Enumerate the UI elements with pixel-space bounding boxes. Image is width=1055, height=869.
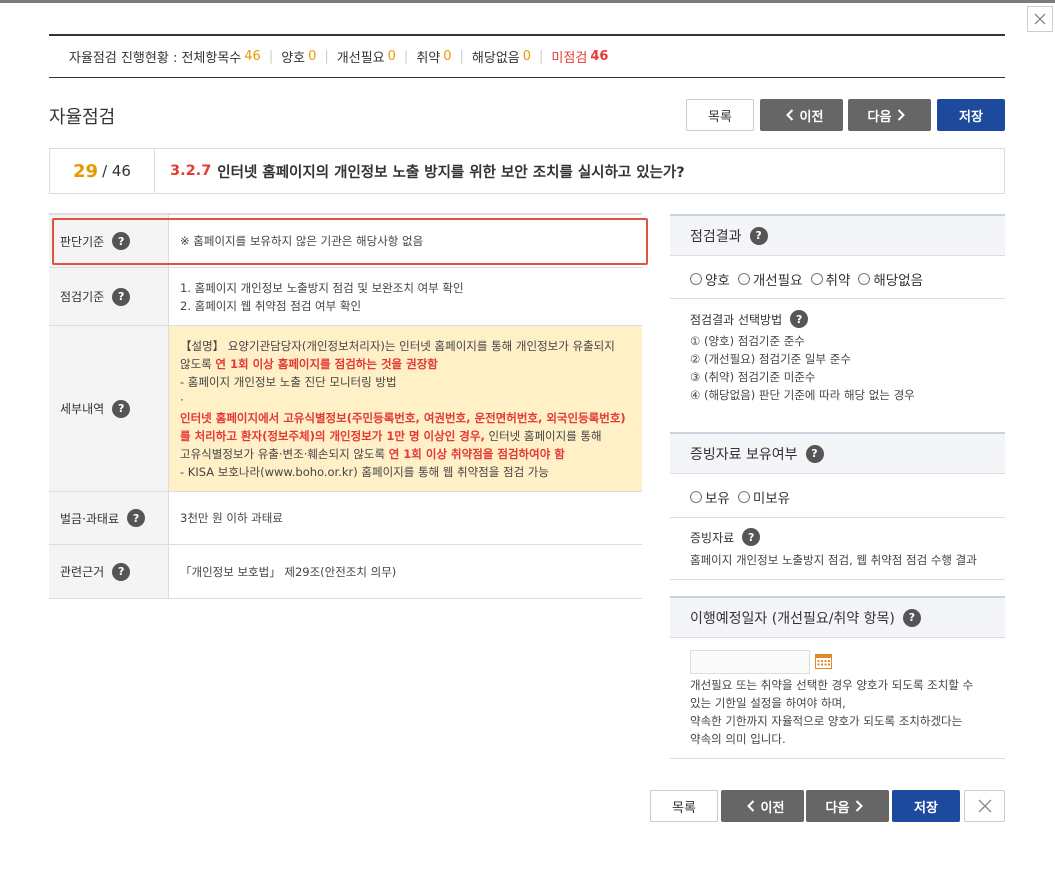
status-total: 46	[244, 49, 261, 64]
radio-improve[interactable]: 개선필요	[737, 269, 803, 289]
close-icon	[978, 799, 991, 813]
help-icon[interactable]: ?	[902, 608, 921, 627]
plan-description: 개선필요 또는 취약을 선택한 경우 양호가 되도록 조치할 수 있는 기한일 …	[690, 678, 974, 746]
top-border	[0, 0, 1055, 3]
page-title: 자율점검	[49, 107, 116, 128]
plan-section-header: 이행예정일자 (개선필요/취약 항목)?	[670, 596, 1005, 638]
evidence-section-header: 증빙자료 보유여부?	[670, 432, 1005, 474]
close-icon	[1034, 13, 1046, 25]
help-icon[interactable]: ?	[112, 399, 131, 418]
status-na-label: 해당없음	[471, 51, 520, 66]
help-icon[interactable]: ?	[790, 310, 809, 328]
table-row-fine: 벌금·과태료? 3천만 원 이하 과태료	[49, 492, 642, 545]
next-button[interactable]: 다음	[848, 99, 931, 131]
status-unchecked-value: 46	[590, 49, 609, 64]
question-total: / 46	[102, 162, 131, 180]
radio-good[interactable]: 양호	[690, 269, 730, 289]
save-button[interactable]: 저장	[937, 99, 1005, 131]
method-lines: ① (양호) 점검기준 준수 ② (개선필요) 점검기준 일부 준수 ③ (취약…	[690, 334, 915, 402]
chevron-right-icon	[856, 800, 864, 812]
bottom-save-button[interactable]: 저장	[892, 790, 960, 822]
status-good-value: 0	[308, 49, 317, 64]
status-improve-label: 개선필요	[336, 51, 385, 66]
status-weak-value: 0	[443, 49, 452, 64]
close-window-button[interactable]	[1027, 6, 1053, 32]
status-good-label: 양호	[281, 51, 306, 66]
result-radio-group: 양호 개선필요 취약 해당없음	[690, 269, 931, 289]
radio-weak[interactable]: 취약	[810, 269, 850, 289]
question-text: 3.2.7 인터넷 홈페이지의 개인정보 노출 방지를 위한 보안 조치를 실시…	[170, 163, 685, 181]
radio-circle-icon	[737, 491, 750, 503]
question-box: 29 / 46 3.2.7 인터넷 홈페이지의 개인정보 노출 방지를 위한 보…	[49, 148, 1005, 194]
help-icon[interactable]: ?	[112, 562, 131, 581]
list-button[interactable]: 목록	[686, 99, 754, 131]
table-row-details: 세부내역? 【설명】 요양기관담당자(개인정보처리자)는 인터넷 홈페이지를 통…	[49, 326, 642, 492]
table-row-check-standard: 점검기준? 1. 홈페이지 개인정보 노출방지 점검 및 보완조치 여부 확인 …	[49, 268, 642, 326]
evidence-radio-group: 보유 미보유	[690, 487, 798, 507]
help-icon[interactable]: ?	[749, 226, 768, 245]
evidence-sub-title: 증빙자료?	[690, 528, 761, 546]
radio-circle-icon	[737, 273, 750, 285]
help-icon[interactable]: ?	[127, 509, 146, 527]
bottom-next-button[interactable]: 다음	[806, 790, 889, 822]
status-weak-label: 취약	[416, 51, 441, 66]
radio-not-have[interactable]: 미보유	[737, 487, 790, 507]
bottom-prev-button[interactable]: 이전	[721, 790, 804, 822]
evidence-text: 홈페이지 개인정보 노출방지 점검, 웹 취약점 점검 수행 결과	[690, 553, 977, 567]
prev-button[interactable]: 이전	[760, 99, 843, 131]
radio-circle-icon	[690, 491, 702, 503]
help-icon[interactable]: ?	[112, 287, 131, 306]
help-icon[interactable]: ?	[742, 528, 761, 546]
progress-status-bar: 자율점검 진행현황 : 전체항목수 46 | 양호 0 | 개선필요 0 | 취…	[49, 34, 1005, 78]
status-label: 자율점검 진행현황 : 전체항목수	[69, 51, 242, 66]
result-section-header: 점검결과?	[670, 214, 1005, 256]
method-title: 점검결과 선택방법?	[690, 310, 809, 328]
radio-have[interactable]: 보유	[690, 487, 730, 507]
criteria-highlight-box	[52, 218, 648, 265]
table-row-legal-basis: 관련근거? 「개인정보 보호법」 제29조(안전조치 의무)	[49, 545, 642, 599]
bottom-close-button[interactable]	[964, 790, 1005, 822]
plan-date-input[interactable]	[690, 650, 810, 674]
radio-na[interactable]: 해당없음	[858, 269, 923, 289]
help-icon[interactable]: ?	[805, 444, 824, 463]
radio-circle-icon	[858, 273, 871, 285]
status-improve-value: 0	[387, 49, 396, 64]
radio-circle-icon	[810, 273, 823, 285]
radio-circle-icon	[690, 273, 702, 285]
chevron-left-icon	[785, 109, 793, 121]
status-na-value: 0	[522, 49, 532, 64]
status-unchecked-label: 미점검	[551, 51, 588, 66]
bottom-list-button[interactable]: 목록	[650, 790, 718, 822]
question-counter: 29 / 46	[50, 149, 155, 193]
detail-table: 판단기준? ※ 홈페이지를 보유하지 않은 기관은 해당사항 없음 점검기준? …	[49, 213, 642, 599]
calendar-icon[interactable]	[815, 653, 832, 669]
question-code: 3.2.7	[170, 163, 212, 179]
chevron-left-icon	[746, 800, 754, 812]
question-current: 29	[73, 160, 99, 182]
chevron-right-icon	[898, 109, 906, 121]
